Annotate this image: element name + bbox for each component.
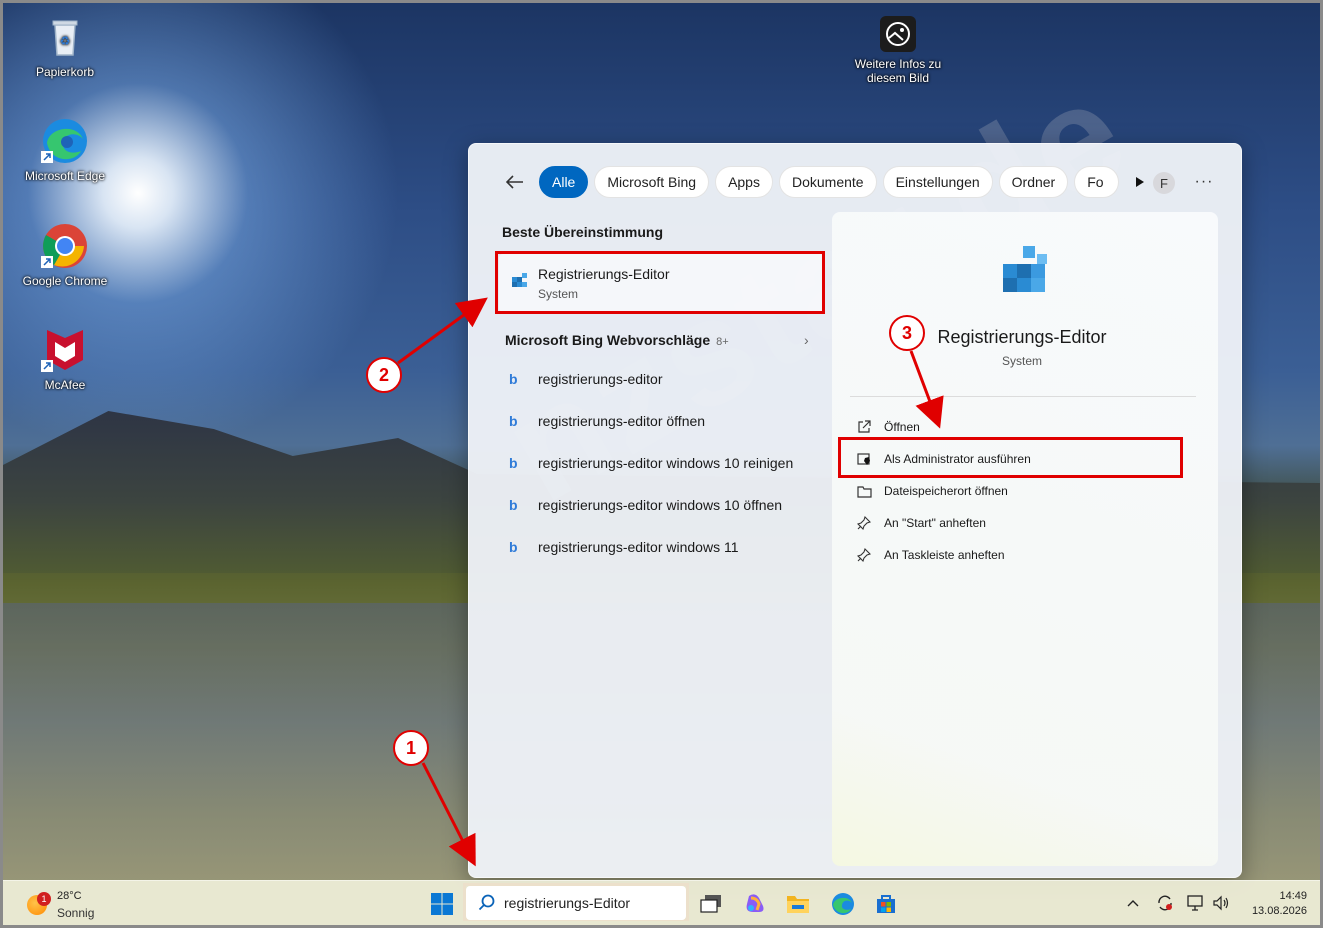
- copilot-icon: [746, 894, 764, 912]
- notification-badge: 1: [37, 892, 51, 906]
- edge-icon: [832, 893, 854, 915]
- task-view-button[interactable]: [696, 889, 726, 919]
- clock-time: 14:49: [1279, 890, 1307, 902]
- system-clock[interactable]: 14:49 13.08.2026: [1241, 889, 1307, 919]
- taskbar-search-box[interactable]: registrierungs-Editor: [466, 886, 686, 920]
- windows-logo-icon: [431, 893, 453, 915]
- step-badge-1: 1: [393, 730, 429, 766]
- taskbar: 1 28°C Sonnig registrierungs-Editor 14:4…: [3, 880, 1320, 925]
- task-view-icon: [700, 895, 721, 913]
- search-icon: [478, 894, 495, 911]
- volume-icon[interactable]: [1207, 889, 1235, 917]
- copilot-button[interactable]: [740, 889, 770, 919]
- tray-overflow-chevron-icon[interactable]: [1119, 889, 1147, 917]
- edge-taskbar-button[interactable]: [828, 889, 858, 919]
- network-icon[interactable]: [1181, 889, 1209, 917]
- annotation-arrows: [397, 297, 944, 867]
- weather-temperature: 28°C: [57, 890, 82, 902]
- sync-icon[interactable]: [1151, 889, 1179, 917]
- search-query: registrierungs-Editor: [504, 895, 631, 911]
- file-explorer-button[interactable]: [783, 889, 813, 919]
- weather-condition: Sonnig: [57, 906, 95, 920]
- folder-icon: [787, 896, 809, 913]
- desktop: nzstar.de ♻ Papierkorb Microsoft Edge: [3, 3, 1320, 925]
- clock-date: 13.08.2026: [1251, 905, 1307, 917]
- store-icon: [877, 895, 895, 913]
- store-button[interactable]: [871, 889, 901, 919]
- screenshot-frame: nzstar.de ♻ Papierkorb Microsoft Edge: [0, 0, 1323, 928]
- step-badge-3: 3: [889, 315, 925, 351]
- weather-widget[interactable]: 1 28°C Sonnig: [25, 889, 115, 921]
- step-badge-2: 2: [366, 357, 402, 393]
- start-button[interactable]: [427, 889, 457, 919]
